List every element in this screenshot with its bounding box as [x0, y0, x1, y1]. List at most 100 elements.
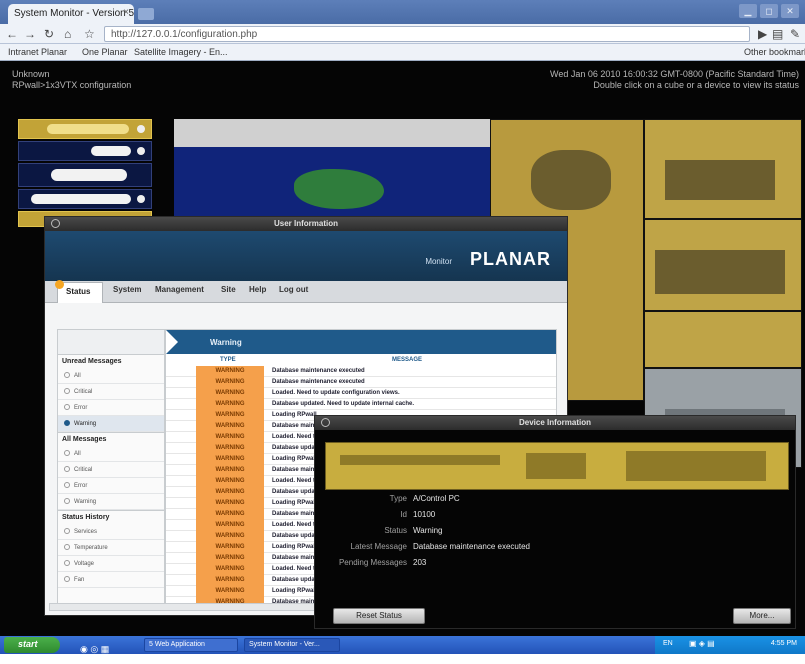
filter-all-warning[interactable]: Warning — [58, 494, 164, 510]
forward-icon[interactable]: → — [24, 27, 36, 41]
system-tray: EN ▣ ◈ ▤ 4:55 PM — [655, 636, 805, 654]
bookmark-item[interactable]: Intranet Planar — [8, 47, 67, 57]
quick-launch-icon[interactable]: ◉ ◎ ▦ — [80, 644, 109, 654]
home-icon[interactable]: ⌂ — [64, 27, 71, 41]
taskbar-item-active[interactable]: System Monitor - Ver... — [244, 638, 340, 652]
clock: 4:55 PM — [770, 640, 797, 647]
message-type: WARNING — [196, 443, 264, 454]
history-temperature[interactable]: Temperature — [58, 540, 164, 556]
maximize-icon[interactable]: ◻ — [760, 4, 778, 18]
device-field-value: 10100 — [413, 510, 436, 519]
tab-help[interactable]: Help — [249, 285, 266, 294]
table-row[interactable]: WARNING Database updated. Need to update … — [166, 399, 556, 410]
message-type: WARNING — [196, 410, 264, 421]
table-row[interactable]: WARNING Loaded. Need to update configurat… — [166, 388, 556, 399]
tab-logout[interactable]: Log out — [279, 285, 308, 294]
radio-icon — [64, 466, 70, 472]
rack-slot — [526, 453, 586, 479]
device-shape — [91, 146, 131, 156]
datetime-info: Wed Jan 06 2010 16:00:32 GMT-0800 (Pacif… — [550, 69, 799, 91]
more-button[interactable]: More... — [733, 608, 791, 624]
message-type: WARNING — [196, 476, 264, 487]
bookmark-item[interactable]: Satellite Imagery - En... — [134, 47, 228, 57]
map-toolbar — [174, 119, 491, 147]
tab-management[interactable]: Management — [155, 285, 204, 294]
filter-label: All — [74, 451, 81, 457]
reload-icon[interactable]: ↻ — [44, 27, 54, 41]
close-window-icon[interactable]: ✕ — [781, 4, 799, 18]
message-text: Loading RPwall — [272, 544, 317, 550]
language-indicator[interactable]: EN — [663, 640, 673, 647]
wrench-icon[interactable]: ✎ — [790, 27, 800, 41]
page-menu-icon[interactable]: ▤ — [772, 27, 783, 41]
back-icon[interactable]: ← — [6, 27, 18, 41]
filter-label: Temperature — [74, 545, 108, 551]
filter-label: Error — [74, 405, 88, 411]
filter-unread-critical[interactable]: Critical — [58, 384, 164, 400]
minimize-icon[interactable]: ▁ — [739, 4, 757, 18]
browser-tab-bar: System Monitor - Version 5... × ▁ ◻ ✕ — [0, 0, 805, 24]
window-close-icon[interactable] — [51, 219, 60, 228]
filter-all-error[interactable]: Error — [58, 478, 164, 494]
filter-unread-error[interactable]: Error — [58, 400, 164, 416]
filter-all-all[interactable]: All — [58, 446, 164, 462]
history-voltage[interactable]: Voltage — [58, 556, 164, 572]
address-bar[interactable]: http://127.0.0.1/configuration.php — [104, 26, 750, 42]
star-icon[interactable]: ☆ — [84, 27, 95, 41]
datetime: Wed Jan 06 2010 16:00:32 GMT-0800 (Pacif… — [550, 69, 799, 79]
device-status-dot — [137, 195, 145, 203]
tab-system[interactable]: System — [113, 285, 141, 294]
message-type: WARNING — [196, 564, 264, 575]
column-message[interactable]: MESSAGE — [392, 357, 422, 363]
table-row[interactable]: WARNING Database maintenance executed — [166, 366, 556, 377]
go-icon[interactable]: ▶ — [758, 27, 767, 41]
window-close-icon[interactable] — [321, 418, 330, 427]
filter-all-critical[interactable]: Critical — [58, 462, 164, 478]
new-tab-button[interactable] — [138, 8, 154, 20]
device-status-dot — [137, 125, 145, 133]
message-type: WARNING — [196, 509, 264, 520]
filter-unread-warning[interactable]: Warning — [58, 416, 164, 432]
location-line: Unknown — [12, 69, 50, 79]
all-messages-header: All Messages — [58, 432, 164, 446]
radio-icon — [64, 482, 70, 488]
device-rack[interactable] — [18, 119, 152, 139]
other-bookmarks[interactable]: Other bookmarks — [744, 47, 805, 57]
browser-tab[interactable]: System Monitor - Version 5... × — [8, 4, 134, 24]
window-title-bar[interactable]: Device Information — [315, 416, 795, 430]
start-button[interactable]: start — [4, 637, 60, 653]
screen: System Monitor - Version 5... × ▁ ◻ ✕ ← … — [0, 0, 805, 664]
device-shape — [31, 194, 131, 204]
bookmark-item[interactable]: One Planar — [82, 47, 128, 57]
location-info: Unknown RPwall>1x3VTX configuration — [12, 69, 131, 91]
tile-shape — [665, 160, 775, 200]
taskbar-item[interactable]: 5 Web Application — [144, 638, 238, 652]
table-row[interactable]: WARNING Database maintenance executed — [166, 377, 556, 388]
device-rack[interactable] — [18, 163, 152, 187]
message-text: Loading RPwall — [272, 588, 317, 594]
tab-status[interactable]: Status — [55, 280, 103, 303]
reset-status-button[interactable]: Reset Status — [333, 608, 425, 624]
radio-icon — [64, 544, 70, 550]
radio-icon — [64, 498, 70, 504]
column-type[interactable]: TYPE — [220, 357, 236, 363]
close-tab-icon[interactable]: × — [123, 7, 129, 18]
device-rack[interactable] — [18, 141, 152, 161]
device-rack[interactable] — [18, 189, 152, 209]
unread-header: Unread Messages — [58, 354, 164, 368]
wall-tile-camera[interactable] — [644, 311, 802, 368]
filter-label: Error — [74, 483, 88, 489]
history-fan[interactable]: Fan — [58, 572, 164, 588]
wall-tile-camera[interactable] — [644, 119, 802, 219]
tray-icons[interactable]: ▣ ◈ ▤ — [689, 639, 715, 648]
window-controls: ▁ ◻ ✕ — [739, 4, 799, 18]
wall-tile-camera[interactable] — [644, 219, 802, 311]
tab-site[interactable]: Site — [221, 285, 236, 294]
message-type: WARNING — [196, 487, 264, 498]
window-title-bar[interactable]: User Information — [45, 217, 567, 231]
history-services[interactable]: Services — [58, 524, 164, 540]
rack-slot — [626, 451, 766, 481]
filter-unread-all[interactable]: All — [58, 368, 164, 384]
map-land — [294, 169, 384, 209]
filter-label: Warning — [74, 421, 97, 427]
